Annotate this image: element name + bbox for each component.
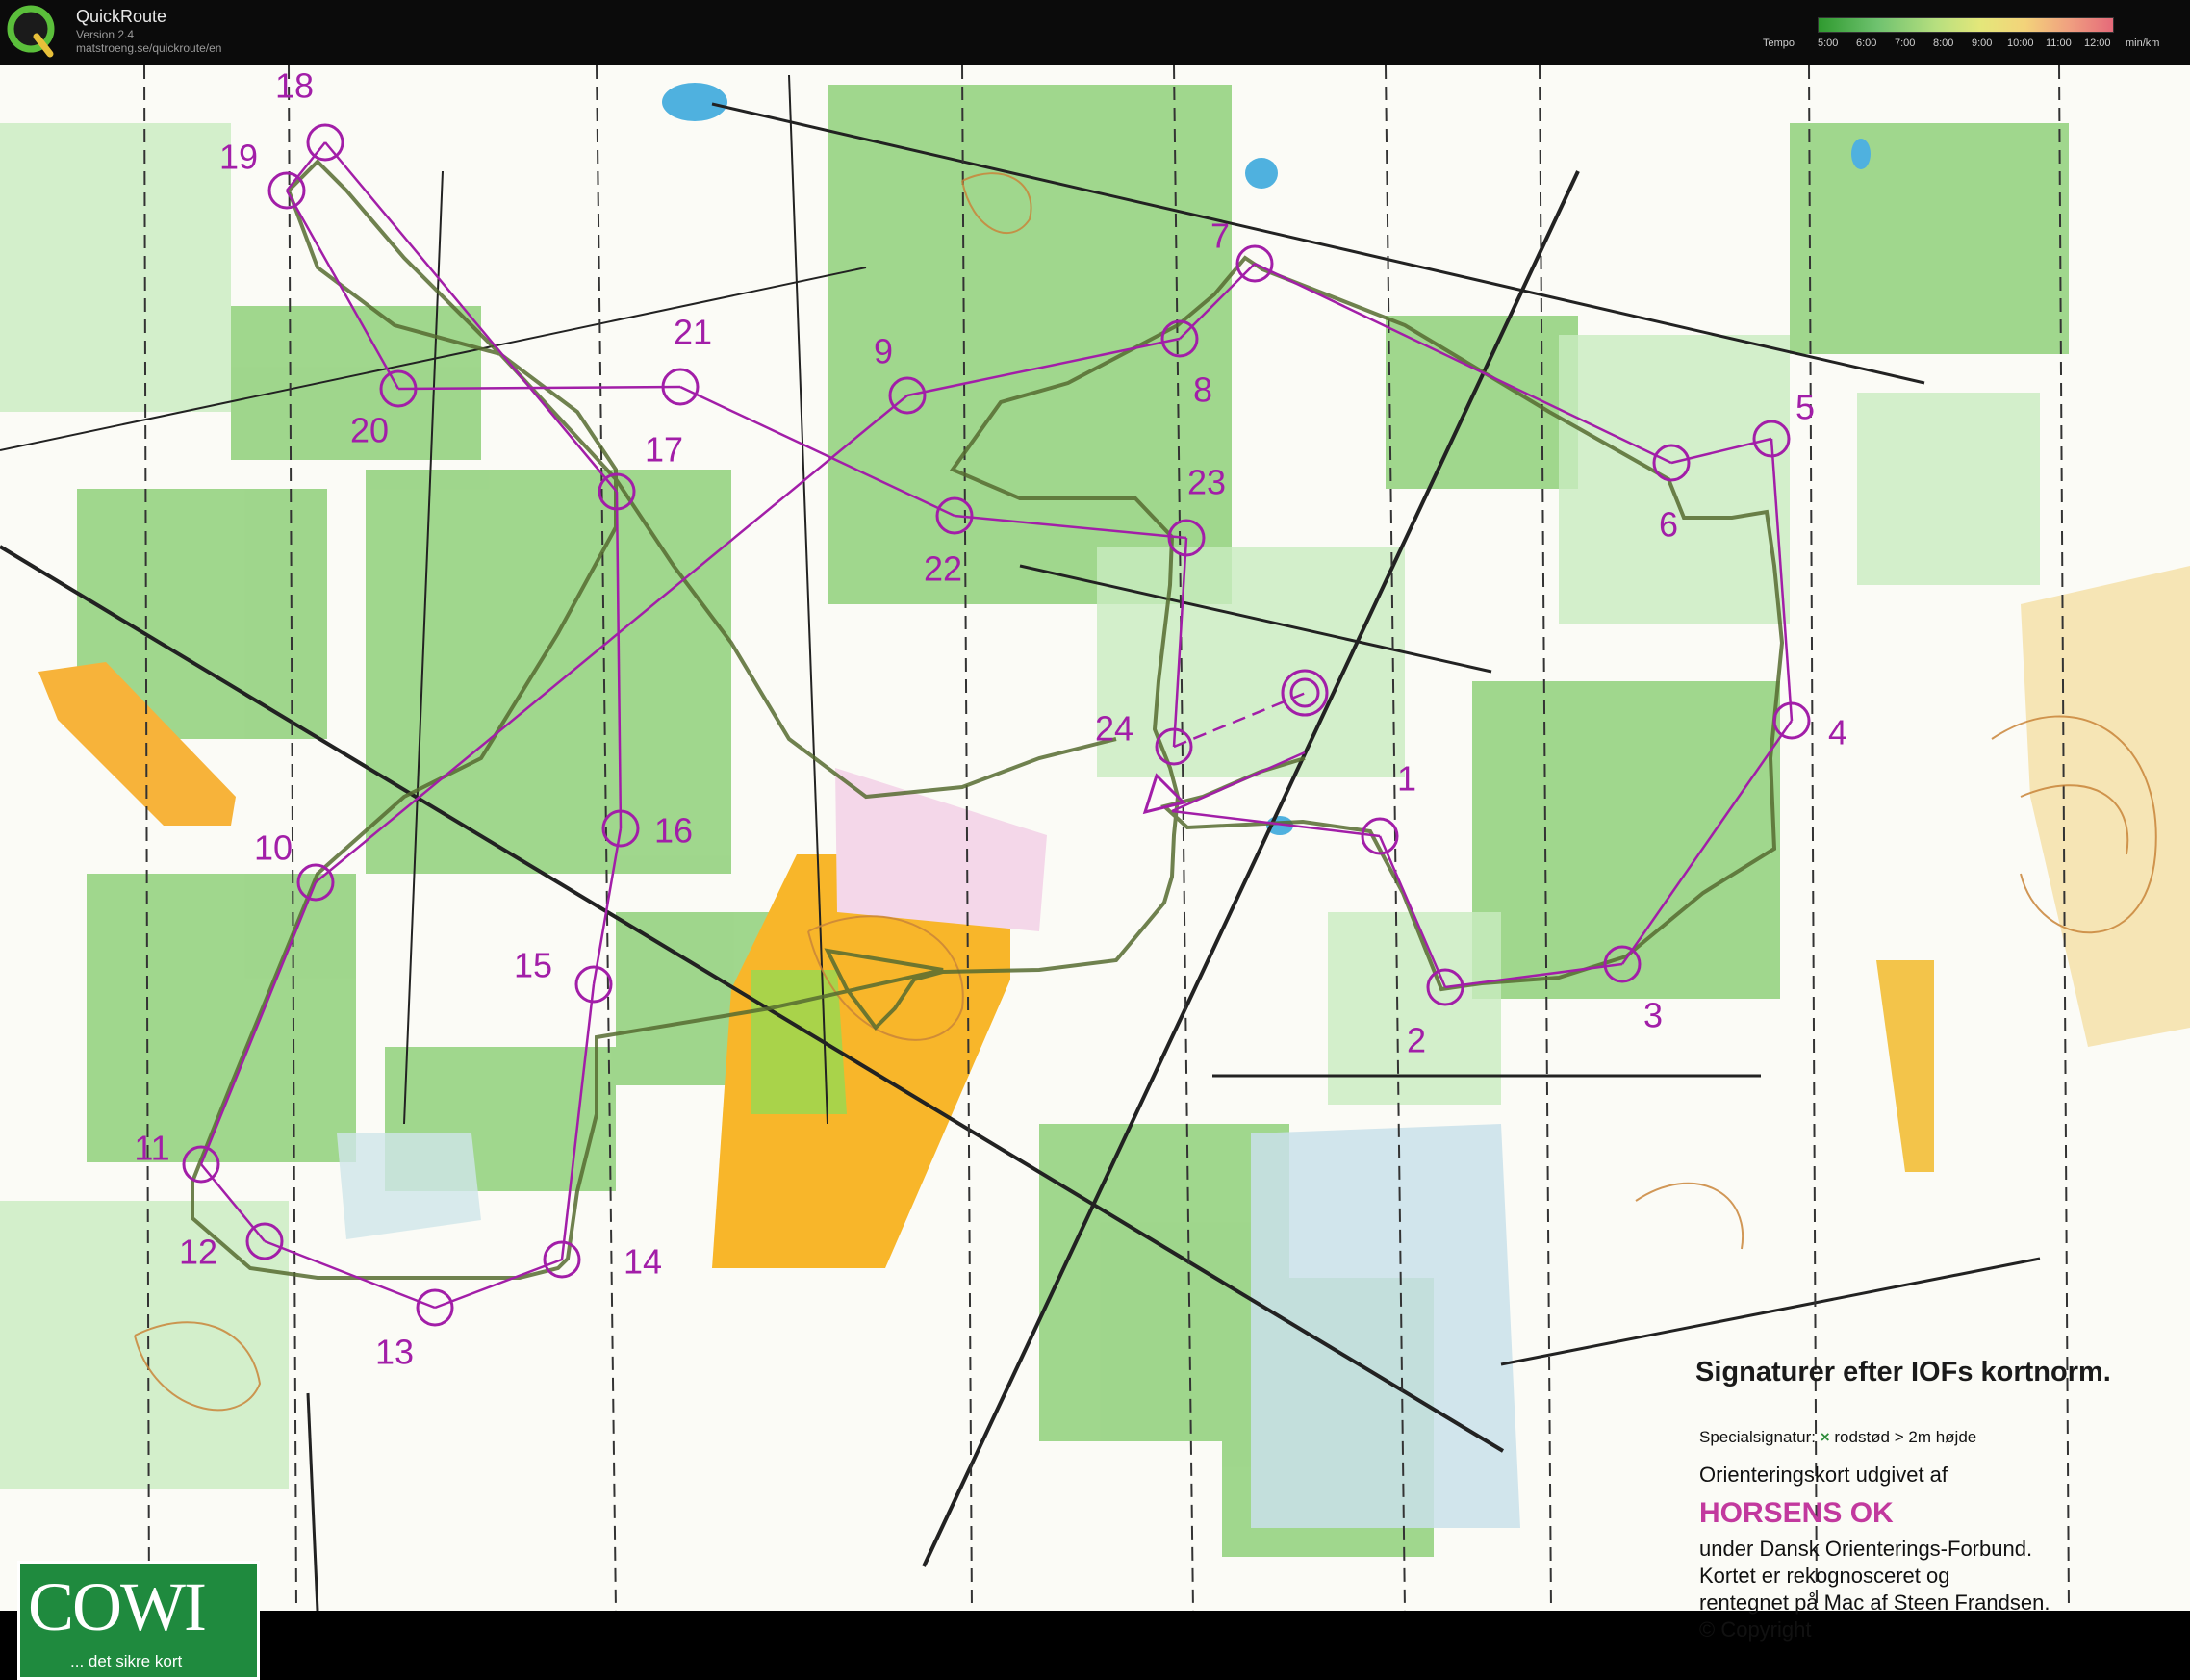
- legend-publisher: Orienteringskort udgivet af: [1699, 1463, 1948, 1487]
- control-number-7: 7: [1210, 216, 1230, 256]
- tempo-tick: 8:00: [1933, 38, 1954, 49]
- app-name: QuickRoute: [76, 7, 167, 26]
- quickroute-logo-icon: [7, 5, 55, 58]
- control-number-6: 6: [1659, 505, 1678, 545]
- tempo-tick: 6:00: [1856, 38, 1877, 49]
- tempo-label: Tempo: [1763, 38, 1795, 49]
- control-number-23: 23: [1187, 463, 1226, 502]
- special-text: rodstød > 2m højde: [1834, 1428, 1977, 1446]
- control-number-16: 16: [654, 811, 693, 851]
- control-number-12: 12: [179, 1233, 217, 1272]
- control-number-18: 18: [275, 66, 314, 106]
- legend-club-name: HORSENS OK: [1699, 1497, 1894, 1529]
- control-number-11: 11: [134, 1129, 169, 1168]
- cowi-tagline: ... det sikre kort: [70, 1652, 183, 1670]
- control-number-3: 3: [1643, 996, 1663, 1035]
- control-number-9: 9: [874, 332, 893, 371]
- control-number-13: 13: [375, 1333, 414, 1372]
- control-number-2: 2: [1407, 1021, 1426, 1060]
- control-number-19: 19: [219, 138, 258, 177]
- control-number-20: 20: [350, 411, 389, 450]
- legend-line: rentegnet på Mac af Steen Frandsen.: [1699, 1591, 2050, 1615]
- control-number-21: 21: [674, 313, 712, 352]
- legend-credits: under Dansk Orienterings-Forbund. Kortet…: [1699, 1536, 2050, 1643]
- tempo-tick: 7:00: [1895, 38, 1916, 49]
- special-marker-icon: ×: [1820, 1428, 1830, 1446]
- control-number-4: 4: [1828, 713, 1847, 752]
- control-number-15: 15: [514, 946, 552, 985]
- tempo-color-scale: [1818, 17, 2114, 33]
- control-number-22: 22: [924, 549, 962, 589]
- tempo-tick: 11:00: [2046, 38, 2072, 49]
- control-number-14: 14: [624, 1242, 662, 1282]
- tempo-tick: 9:00: [1972, 38, 1993, 49]
- control-number-24: 24: [1095, 709, 1133, 749]
- app-version: Version 2.4: [76, 28, 135, 41]
- tempo-tick: 5:00: [1818, 38, 1839, 49]
- control-number-5: 5: [1795, 388, 1815, 427]
- special-label: Specialsignatur:: [1699, 1428, 1816, 1446]
- legend-title: Signaturer efter IOFs kortnorm.: [1695, 1357, 2111, 1387]
- tempo-tick: 10:00: [2007, 38, 2034, 49]
- legend-line: under Dansk Orienterings-Forbund.: [1699, 1537, 2033, 1561]
- tempo-tick: 12:00: [2084, 38, 2111, 49]
- legend-special-signature: Specialsignatur: × rodstød > 2m højde: [1699, 1428, 1976, 1447]
- control-number-8: 8: [1193, 370, 1212, 410]
- tempo-unit: min/km: [2126, 38, 2160, 49]
- cowi-logo: COWI ... det sikre kort: [17, 1561, 260, 1680]
- app-url[interactable]: matstroeng.se/quickroute/en: [76, 41, 221, 55]
- control-number-1: 1: [1397, 759, 1416, 799]
- legend-line: © Copyright: [1699, 1617, 1812, 1642]
- orienteering-map[interactable]: 1 2 3 4 5 6 7 8 9 10 11 12 13 14 15 16 17 18 19 20 21 22 23 24 …: [0, 65, 2190, 1680]
- legend-line: Kortet er rekognosceret og: [1699, 1564, 1950, 1588]
- cowi-logo-text: COWI: [28, 1568, 207, 1645]
- control-number-17: 17: [645, 430, 683, 470]
- app-titlebar: QuickRoute Version 2.4 matstroeng.se/qui…: [0, 0, 2190, 65]
- control-number-10: 10: [254, 828, 293, 868]
